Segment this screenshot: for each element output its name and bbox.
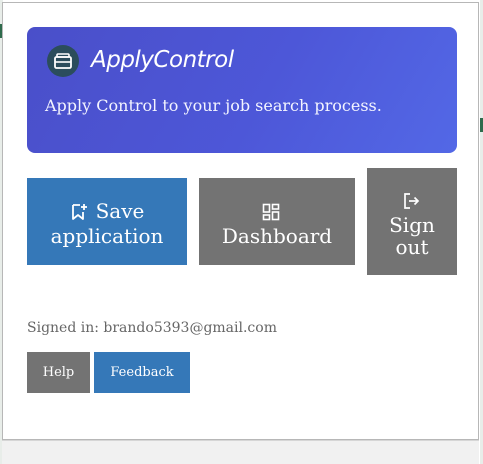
dashboard-button[interactable]: Dashboard [199, 178, 355, 265]
dashboard-label: Dashboard [221, 224, 333, 248]
brand-banner: ApplyControl Apply Control to your job s… [27, 27, 457, 153]
save-button-line1: Save [27, 199, 187, 227]
help-button[interactable]: Help [27, 352, 90, 393]
signed-in-status: Signed in: brando5393@gmail.com [27, 320, 277, 336]
sign-out-button[interactable]: Sign out [367, 168, 457, 275]
popup-bottom-bar [2, 440, 479, 464]
logo [47, 45, 79, 77]
sign-out-label: Sign out [389, 213, 435, 259]
save-label: Save [95, 199, 145, 223]
brand-name: ApplyControl [91, 47, 234, 73]
dashboard-grid-icon [262, 203, 280, 225]
briefcase-icon [54, 53, 72, 69]
feedback-button[interactable]: Feedback [94, 352, 190, 393]
save-application-button[interactable]: Save application [27, 178, 187, 265]
save-label-line2: application [50, 224, 164, 248]
tagline: Apply Control to your job search process… [45, 96, 382, 115]
logout-icon [402, 192, 420, 214]
